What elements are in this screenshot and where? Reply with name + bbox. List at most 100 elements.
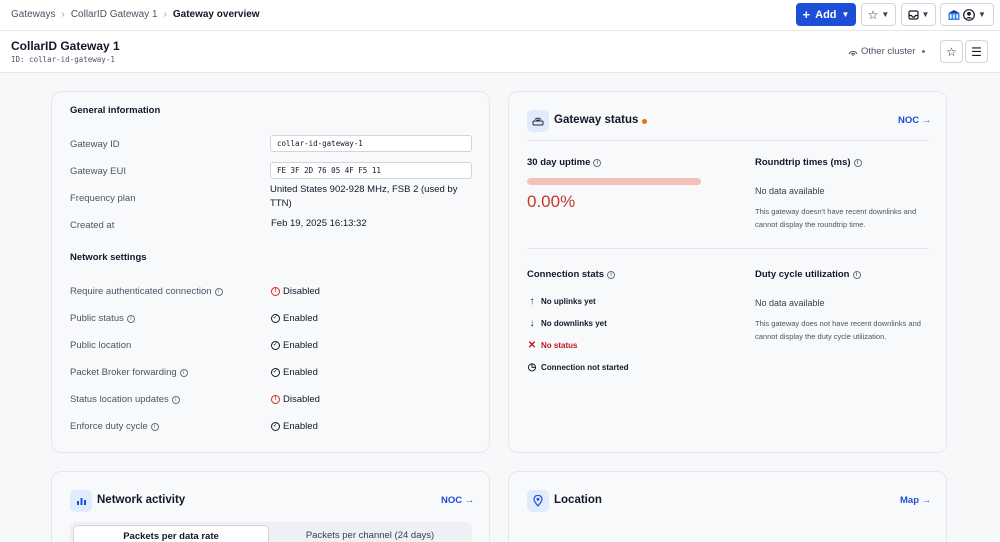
menu-button[interactable]: ☰ — [965, 40, 988, 63]
breadcrumb-gateways[interactable]: Gateways — [11, 9, 55, 20]
status-dot — [642, 119, 647, 124]
uplinks-row: ↑ No uplinks yet — [527, 296, 596, 307]
close-icon: ✕ — [527, 340, 537, 351]
inbox-icon — [907, 9, 919, 20]
star-icon: ☆ — [867, 7, 879, 22]
error-icon: ! — [271, 395, 280, 404]
info-icon[interactable]: i — [150, 422, 159, 431]
setting-row-label: Status location updates i — [70, 394, 180, 405]
setting-row-label: Public status i — [70, 313, 135, 324]
general-information-title: General information — [70, 105, 161, 116]
packet-broker-status: ✓ Enabled — [271, 367, 318, 378]
info-icon[interactable]: i — [853, 158, 862, 167]
plus-icon: + — [802, 7, 811, 22]
star-icon: ☆ — [946, 44, 957, 59]
chevron-right-icon: › — [163, 9, 167, 20]
gateway-header: CollarID Gateway 1 ID: collar-id-gateway… — [0, 31, 1000, 73]
info-icon[interactable]: i — [214, 287, 223, 296]
user-avatar-icon — [963, 8, 975, 21]
network-activity-title: Network activity — [97, 494, 186, 506]
chevron-right-icon: › — [61, 9, 65, 20]
gateway-eui-label: Gateway EUI — [70, 166, 126, 177]
location-pin-icon — [527, 490, 549, 512]
bar-chart-icon — [70, 490, 92, 512]
bookmarks-menu-button[interactable]: ☆ ▼ — [861, 3, 896, 26]
public-location-status: ✓ Enabled — [271, 340, 318, 351]
check-circle-icon: ✓ — [271, 341, 280, 350]
roundtrip-label: Roundtrip times (ms) — [755, 157, 851, 168]
require-auth-value: Disabled — [283, 286, 320, 297]
info-icon[interactable]: i — [607, 270, 616, 279]
hamburger-icon: ☰ — [971, 44, 982, 59]
connection-stats-label: Connection stats — [527, 269, 605, 280]
uptime-label-row: 30 day uptime i — [527, 157, 602, 168]
public-location-value: Enabled — [283, 340, 318, 351]
public-location-label: Public location — [70, 340, 132, 351]
status-location-label: Status location updates — [70, 394, 169, 405]
public-status-value: Enabled — [283, 313, 318, 324]
duty-cycle-status: ✓ Enabled — [271, 421, 318, 432]
downlinks-row: ↓ No downlinks yet — [527, 318, 607, 329]
duty-cycle-utilization-label: Duty cycle utilization — [755, 269, 850, 280]
chevron-down-icon: ▼ — [921, 10, 930, 19]
created-at-value: Feb 19, 2025 16:13:32 — [271, 218, 367, 229]
gateway-id-line: ID: collar-id-gateway-1 — [11, 55, 115, 64]
check-circle-icon: ✓ — [271, 314, 280, 323]
status-location-status: ! Disabled — [271, 394, 320, 405]
uptime-value: 0.00% — [527, 192, 576, 211]
tab-packets-per-data-rate[interactable]: Packets per data rate — [73, 525, 269, 542]
cluster-indicator: Other cluster — [848, 46, 926, 57]
clock-icon: ◷ — [527, 362, 537, 373]
chart-tabs: Packets per data rate Packets per channe… — [70, 522, 472, 542]
require-auth-label: Require authenticated connection — [70, 286, 212, 297]
connection-row: ◷ Connection not started — [527, 362, 629, 373]
packet-broker-value: Enabled — [283, 367, 318, 378]
map-link[interactable]: Map → — [900, 495, 931, 506]
noc-link[interactable]: NOC → — [441, 495, 474, 506]
frequency-plan-value: United States 902-928 MHz, FSB 2 (used b… — [270, 184, 458, 209]
public-status-status: ✓ Enabled — [271, 313, 318, 324]
divider — [527, 140, 929, 141]
duty-nodata: No data available — [755, 298, 825, 308]
duty-note: This gateway does not have recent downli… — [755, 319, 921, 341]
info-icon[interactable]: i — [852, 270, 861, 279]
chevron-down-icon: ▼ — [978, 10, 986, 19]
breadcrumb-gateway[interactable]: CollarID Gateway 1 — [71, 9, 158, 20]
setting-row-label: Public location — [70, 340, 131, 351]
network-activity-panel: Network activity NOC → Packets per data … — [51, 471, 490, 542]
chevron-down-icon: ▼ — [881, 10, 890, 19]
frequency-plan-label: Frequency plan — [70, 193, 136, 204]
add-button[interactable]: + Add ▼ — [796, 3, 856, 26]
gateway-eui-value[interactable]: FE 3F 2D 76 05 4F F5 11 — [270, 162, 472, 179]
location-panel: Location Map → — [508, 471, 947, 542]
add-button-label: Add — [815, 8, 837, 21]
inbox-menu-button[interactable]: ▼ — [901, 3, 936, 26]
gateway-status-panel: Gateway status NOC → 30 day uptime i 0.0… — [508, 91, 947, 453]
bookmark-button[interactable]: ☆ — [940, 40, 963, 63]
noc-link[interactable]: NOC → — [898, 115, 931, 126]
tab-packets-per-channel[interactable]: Packets per channel (24 days) — [270, 525, 470, 542]
conn-label-row: Connection stats i — [527, 269, 616, 280]
info-icon[interactable]: i — [593, 158, 602, 167]
general-information-panel: General information Gateway ID collar-id… — [51, 91, 490, 453]
gateway-status-title: Gateway status — [554, 114, 639, 126]
info-icon[interactable]: i — [171, 395, 180, 404]
uptime-label: 30 day uptime — [527, 157, 591, 168]
cluster-status-dot — [922, 50, 926, 53]
no-status-row: ✕ No status — [527, 340, 578, 351]
divider — [527, 248, 929, 249]
duty-cycle-label: Enforce duty cycle — [70, 421, 148, 432]
signal-icon — [848, 50, 858, 56]
account-menu-button[interactable]: ▼ — [940, 3, 994, 26]
chevron-down-icon: ▼ — [841, 10, 850, 19]
info-icon[interactable]: i — [126, 314, 135, 323]
duty-cycle-value: Enabled — [283, 421, 318, 432]
roundtrip-label-row: Roundtrip times (ms) i — [755, 157, 862, 168]
uptime-bar — [527, 178, 701, 185]
gateway-id-value[interactable]: collar-id-gateway-1 — [270, 135, 472, 152]
top-bar: Gateways › CollarID Gateway 1 › Gateway … — [0, 0, 1000, 31]
info-icon[interactable]: i — [179, 368, 188, 377]
downlinks-text: No downlinks yet — [541, 319, 607, 328]
router-icon — [527, 110, 549, 132]
check-circle-icon: ✓ — [271, 422, 280, 431]
